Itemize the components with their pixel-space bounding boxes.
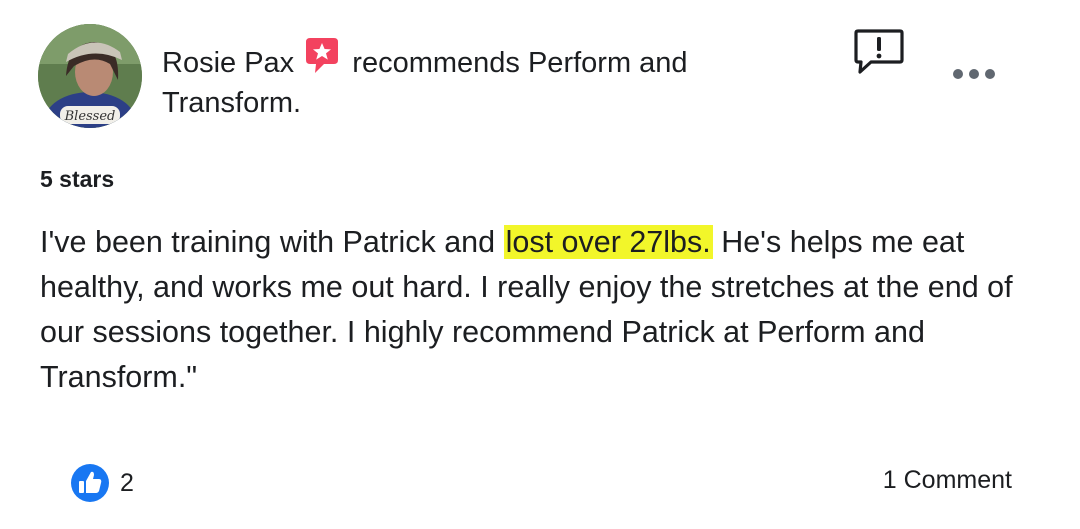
more-options-icon[interactable]: [950, 64, 998, 84]
comments-link[interactable]: 1 Comment: [883, 466, 1012, 495]
avatar-photo: Blessed: [38, 24, 142, 128]
rating-text: 5 stars: [40, 166, 115, 192]
post-header: Rosie Pax recommends Perform and Transfo…: [162, 36, 722, 123]
recommend-badge-icon: [306, 38, 339, 73]
like-count: 2: [120, 468, 134, 497]
review-text-before: I've been training with Patrick and: [40, 225, 504, 259]
review-highlight: lost over 27lbs.: [503, 225, 713, 259]
report-icon[interactable]: [853, 28, 905, 76]
author-name[interactable]: Rosie Pax: [162, 47, 294, 79]
review-text: I've been training with Patrick and lost…: [40, 220, 1050, 400]
like-icon[interactable]: [70, 463, 110, 503]
avatar-caption: Blessed: [64, 109, 116, 124]
avatar[interactable]: Blessed: [38, 24, 142, 128]
reactions-summary[interactable]: 2: [70, 462, 134, 504]
